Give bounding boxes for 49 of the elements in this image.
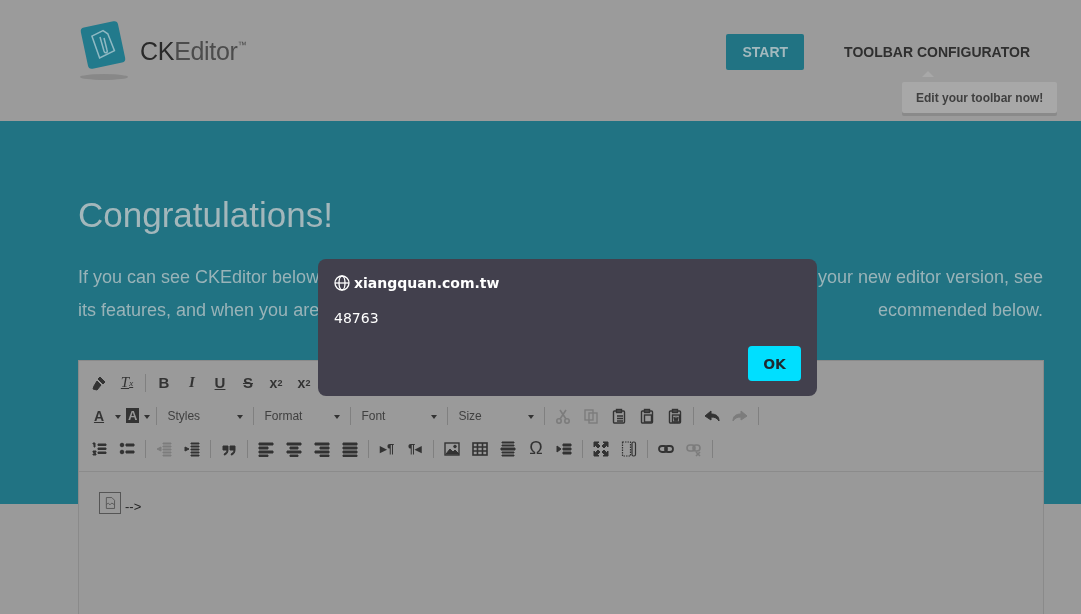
justify-icon[interactable] <box>342 440 358 457</box>
caret-icon[interactable] <box>144 414 151 419</box>
broken-image-icon <box>99 492 121 514</box>
rtl-button[interactable]: ¶◂ <box>404 436 426 461</box>
logo-text: CKEditor$^{™}$ <box>140 36 247 66</box>
underline-button[interactable]: U <box>209 370 231 395</box>
nav-link[interactable]: TOOLBAR CONFIGURATOR <box>844 44 1030 60</box>
special-character-button[interactable]: Ω <box>525 436 547 461</box>
table-icon[interactable] <box>472 440 488 457</box>
horizontal-line-icon[interactable] <box>500 440 516 457</box>
align-right-icon[interactable] <box>314 440 330 457</box>
maximize-icon[interactable] <box>593 440 609 457</box>
globe-icon <box>334 275 350 291</box>
clipboard-icon[interactable] <box>611 407 628 424</box>
arrow-lines-icon[interactable] <box>556 440 572 457</box>
clipboard-icon[interactable] <box>667 407 684 424</box>
caret-icon[interactable] <box>115 414 121 419</box>
page-title: Congratulations! <box>78 195 334 235</box>
background-color-button[interactable]: A <box>126 408 140 423</box>
dropdown[interactable]: Font <box>355 403 444 428</box>
content-text: --> <box>125 499 142 514</box>
italic-button[interactable]: I <box>181 370 203 395</box>
dialog-host: xiangquan.com.tw <box>354 275 500 291</box>
undo-icon[interactable] <box>704 407 721 424</box>
tooltip: Edit your toolbar now! <box>902 82 1058 113</box>
show-blocks-icon[interactable] <box>621 440 637 457</box>
ltr-button[interactable]: ▸¶ <box>376 436 398 461</box>
align-center-icon[interactable] <box>286 440 302 457</box>
intro-text: If you can see CKEditor below <box>78 266 320 289</box>
dropdown[interactable]: Size <box>452 403 541 428</box>
dropdown[interactable]: Styles <box>161 403 250 428</box>
bold-button[interactable]: B <box>153 370 175 395</box>
intro-text: your new editor version, see <box>817 266 1043 289</box>
strikethrough-button[interactable]: S <box>237 370 259 395</box>
clipboard-icon[interactable] <box>639 407 656 424</box>
dropdown[interactable]: Format <box>258 403 347 428</box>
align-left-icon[interactable] <box>258 440 274 457</box>
indent-icon[interactable] <box>184 440 200 457</box>
dialog-message: 48763 <box>334 310 380 326</box>
intro-text: its features, and when you are <box>78 299 320 322</box>
bulleted-list-icon[interactable] <box>119 440 135 457</box>
ok-button[interactable]: OK <box>748 346 801 381</box>
superscript-button[interactable]: x$^{2}$ <box>293 370 315 395</box>
intro-text: ecommended below. <box>877 299 1043 322</box>
numbered-list-icon[interactable] <box>91 440 107 457</box>
start-button[interactable]: START <box>726 34 805 70</box>
text-color-button[interactable]: A <box>88 403 110 428</box>
image-icon[interactable] <box>444 440 460 457</box>
brush-icon[interactable] <box>91 374 107 391</box>
